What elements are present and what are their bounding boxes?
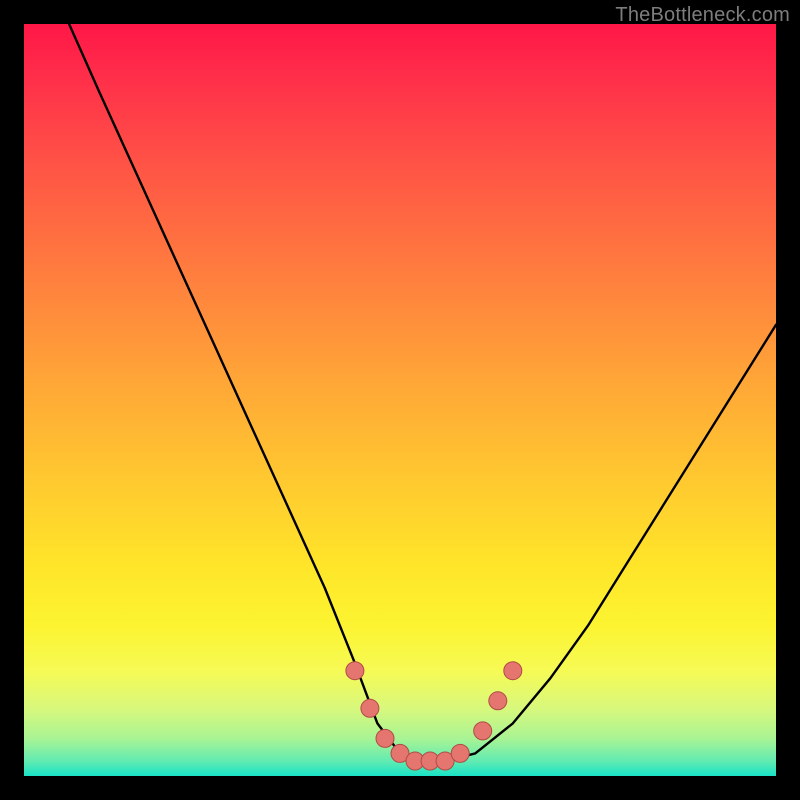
chart-svg xyxy=(24,24,776,776)
chart-frame: TheBottleneck.com xyxy=(0,0,800,800)
watermark-text: TheBottleneck.com xyxy=(615,4,790,27)
marker-layer xyxy=(346,662,522,770)
marker-trough-1 xyxy=(391,744,409,762)
marker-trough-4 xyxy=(436,752,454,770)
marker-left-lower xyxy=(376,729,394,747)
curve-layer xyxy=(69,24,776,761)
marker-right-upper xyxy=(504,662,522,680)
marker-left-mid xyxy=(361,699,379,717)
marker-trough-3 xyxy=(421,752,439,770)
bottleneck-curve xyxy=(69,24,776,761)
marker-trough-2 xyxy=(406,752,424,770)
marker-right-lower xyxy=(474,722,492,740)
marker-left-upper xyxy=(346,662,364,680)
marker-trough-5 xyxy=(451,744,469,762)
marker-right-mid xyxy=(489,692,507,710)
plot-area xyxy=(24,24,776,776)
